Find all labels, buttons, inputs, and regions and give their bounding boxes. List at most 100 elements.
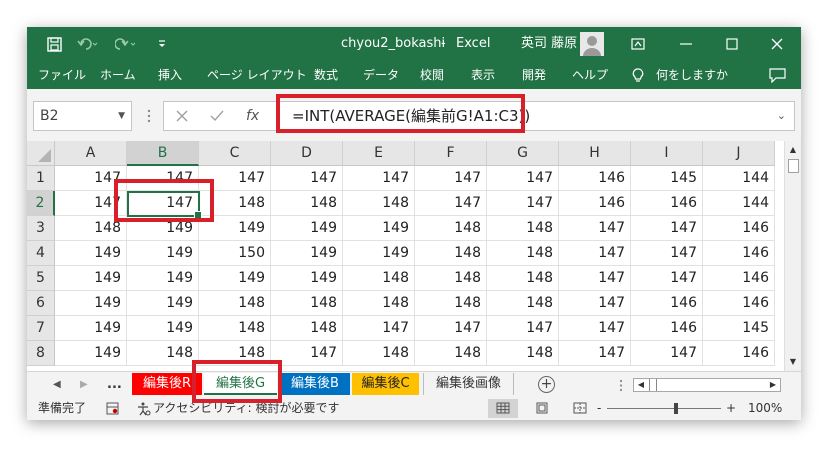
- cell[interactable]: 146: [703, 291, 775, 316]
- cell[interactable]: 149: [127, 266, 199, 291]
- cell[interactable]: 149: [127, 241, 199, 266]
- name-box[interactable]: B2 ▼: [33, 101, 132, 131]
- cell[interactable]: 148: [127, 341, 199, 366]
- cell[interactable]: 149: [199, 216, 271, 241]
- cell[interactable]: 148: [271, 291, 343, 316]
- cell[interactable]: 144: [703, 166, 775, 191]
- cell[interactable]: 148: [271, 316, 343, 341]
- cell[interactable]: 148: [487, 341, 559, 366]
- sheet-tab[interactable]: 編集後画像: [423, 373, 514, 395]
- zoom-in-button[interactable]: +: [726, 397, 736, 420]
- expand-formula-icon[interactable]: ⌄: [777, 102, 786, 130]
- select-all-corner[interactable]: [27, 141, 55, 166]
- cell[interactable]: 146: [631, 191, 703, 216]
- horizontal-scrollbar[interactable]: ◀ ▶: [633, 378, 781, 392]
- cell[interactable]: 147: [559, 241, 631, 266]
- cell[interactable]: 148: [55, 216, 127, 241]
- cell[interactable]: 146: [703, 216, 775, 241]
- column-header-e[interactable]: E: [343, 141, 415, 166]
- normal-view-button[interactable]: [488, 399, 518, 418]
- cell[interactable]: 147: [271, 341, 343, 366]
- cell[interactable]: 149: [127, 291, 199, 316]
- cell[interactable]: 148: [487, 241, 559, 266]
- cell[interactable]: 147: [631, 216, 703, 241]
- column-header-g[interactable]: G: [487, 141, 559, 166]
- cell[interactable]: 147: [559, 341, 631, 366]
- cell[interactable]: 147: [631, 241, 703, 266]
- cell[interactable]: 148: [415, 341, 487, 366]
- cell[interactable]: 148: [271, 191, 343, 216]
- tab-page-layout[interactable]: ページ レイアウト: [207, 61, 307, 89]
- page-break-view-button[interactable]: [565, 399, 595, 418]
- insert-function-icon[interactable]: fx: [246, 102, 259, 130]
- column-header-h[interactable]: H: [559, 141, 631, 166]
- cell[interactable]: 149: [343, 241, 415, 266]
- cell[interactable]: 148: [199, 291, 271, 316]
- cell[interactable]: 148: [199, 341, 271, 366]
- row-header[interactable]: 2: [27, 191, 55, 216]
- tab-developer[interactable]: 開発: [522, 61, 546, 89]
- row-header[interactable]: 7: [27, 316, 55, 341]
- cell[interactable]: 149: [55, 341, 127, 366]
- close-icon[interactable]: [770, 37, 784, 51]
- worksheet-grid[interactable]: ABCDEFGHIJ 1 147 147 147 147 147 147 147 146 145 1…: [27, 141, 801, 371]
- column-header-i[interactable]: I: [631, 141, 703, 166]
- cell[interactable]: 148: [487, 291, 559, 316]
- redo-icon[interactable]: [115, 37, 137, 52]
- cell[interactable]: 147: [559, 316, 631, 341]
- cell[interactable]: 148: [415, 241, 487, 266]
- tell-me-search[interactable]: 何をしますか: [656, 61, 728, 89]
- cell[interactable]: 147: [487, 191, 559, 216]
- cell[interactable]: 148: [415, 291, 487, 316]
- sheet-tab[interactable]: 編集後G: [204, 373, 277, 395]
- undo-icon[interactable]: [77, 37, 99, 52]
- cell[interactable]: 148: [415, 266, 487, 291]
- cell[interactable]: 148: [199, 191, 271, 216]
- cell[interactable]: 148: [343, 291, 415, 316]
- column-header-j[interactable]: J: [703, 141, 775, 166]
- cell[interactable]: 147: [631, 266, 703, 291]
- tab-home[interactable]: ホーム: [100, 61, 136, 89]
- row-header[interactable]: 6: [27, 291, 55, 316]
- cancel-icon[interactable]: [176, 110, 188, 122]
- zoom-level[interactable]: 100%: [748, 397, 782, 420]
- cell[interactable]: 148: [343, 341, 415, 366]
- cell[interactable]: 147: [55, 166, 127, 191]
- maximize-icon[interactable]: [725, 37, 739, 51]
- cell[interactable]: 146: [703, 241, 775, 266]
- scroll-right-icon[interactable]: ▶: [766, 379, 780, 391]
- accessibility-icon[interactable]: [137, 402, 151, 416]
- cell[interactable]: 145: [631, 166, 703, 191]
- next-sheet-icon[interactable]: ▶: [80, 372, 88, 398]
- tab-formulas[interactable]: 数式: [314, 61, 338, 89]
- sheet-tab[interactable]: 編集後R: [132, 373, 202, 395]
- cell[interactable]: 149: [55, 266, 127, 291]
- sheet-tab[interactable]: 編集後B: [280, 373, 350, 395]
- cell[interactable]: 149: [199, 266, 271, 291]
- cell[interactable]: 148: [343, 266, 415, 291]
- tab-view[interactable]: 表示: [471, 61, 495, 89]
- more-sheets-ellipsis[interactable]: ...: [107, 372, 122, 398]
- cell[interactable]: 149: [271, 216, 343, 241]
- cell[interactable]: 148: [343, 191, 415, 216]
- cell[interactable]: 148: [487, 216, 559, 241]
- cell[interactable]: 147: [127, 166, 199, 191]
- row-header[interactable]: 4: [27, 241, 55, 266]
- cell[interactable]: 148: [415, 216, 487, 241]
- cell[interactable]: 145: [703, 316, 775, 341]
- ribbon-display-icon[interactable]: [631, 37, 645, 51]
- tab-data[interactable]: データ: [363, 61, 399, 89]
- cell[interactable]: 149: [55, 316, 127, 341]
- tab-help[interactable]: ヘルプ: [572, 61, 608, 89]
- cell[interactable]: 146: [559, 166, 631, 191]
- cell[interactable]: 147: [415, 316, 487, 341]
- cell[interactable]: 147: [415, 166, 487, 191]
- hscroll-thumb[interactable]: [649, 379, 657, 391]
- cell[interactable]: 149: [343, 216, 415, 241]
- cell[interactable]: 147: [415, 191, 487, 216]
- row-header[interactable]: 5: [27, 266, 55, 291]
- cell[interactable]: 147: [343, 166, 415, 191]
- column-header-b[interactable]: B: [127, 141, 199, 166]
- tab-review[interactable]: 校閲: [420, 61, 444, 89]
- page-layout-view-button[interactable]: [527, 399, 557, 418]
